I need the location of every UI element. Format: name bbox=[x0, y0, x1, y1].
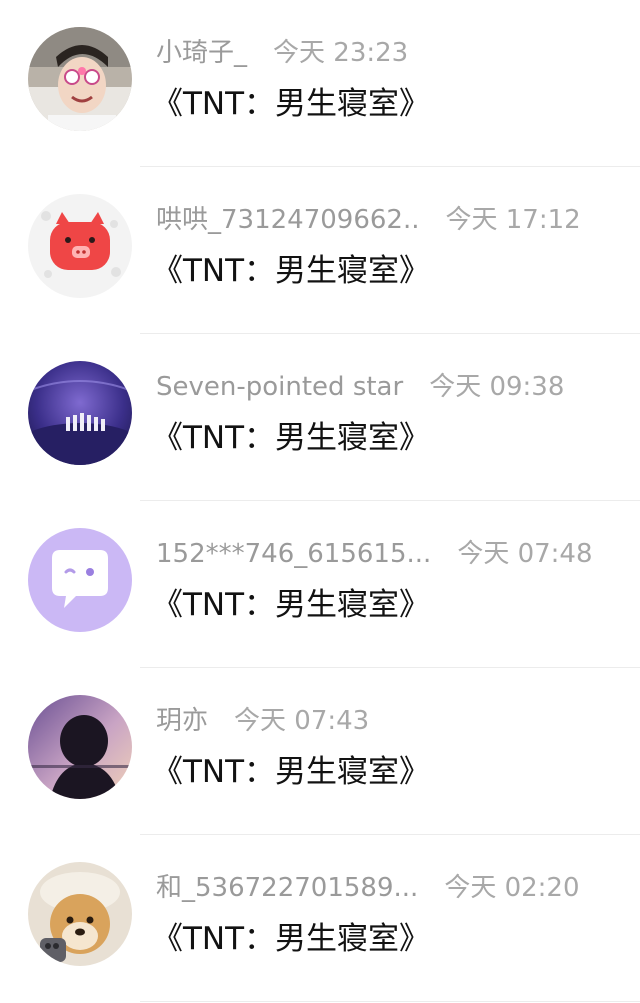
red-pig-sticker-avatar[interactable] bbox=[28, 194, 132, 298]
message-text[interactable]: 《TNT：男生寝室》 bbox=[152, 251, 430, 291]
boy-with-glasses-photo-avatar[interactable] bbox=[28, 27, 132, 131]
red-pig-sticker-icon bbox=[28, 194, 132, 298]
message-row[interactable]: 小琦子_ 今天 23:23 《TNT：男生寝室》 bbox=[0, 0, 640, 167]
message-text[interactable]: 《TNT：男生寝室》 bbox=[152, 919, 430, 959]
message-meta: 玥亦 今天 07:43 bbox=[156, 704, 369, 738]
silhouette-sunset-photo-avatar[interactable] bbox=[28, 695, 132, 799]
message-text[interactable]: 《TNT：男生寝室》 bbox=[152, 84, 430, 124]
sender-name[interactable]: 152***746_615615... bbox=[156, 539, 431, 569]
shiba-dog-photo-icon bbox=[28, 862, 132, 966]
message-meta: 小琦子_ 今天 23:23 bbox=[156, 36, 408, 70]
message-meta: 152***746_615615... 今天 07:48 bbox=[156, 537, 593, 571]
sender-name[interactable]: 和_536722701589... bbox=[156, 873, 418, 903]
purple-chat-bubble-default-avatar[interactable] bbox=[28, 528, 132, 632]
message-meta: Seven-pointed star 今天 09:38 bbox=[156, 370, 564, 404]
message-text[interactable]: 《TNT：男生寝室》 bbox=[152, 752, 430, 792]
shiba-dog-photo-avatar[interactable] bbox=[28, 862, 132, 966]
purple-chat-bubble-default-icon bbox=[28, 528, 132, 632]
message-row[interactable]: 哄哄_73124709662.. 今天 17:12 《TNT：男生寝室》 bbox=[0, 167, 640, 334]
sender-name[interactable]: 小琦子_ bbox=[156, 38, 247, 68]
boy-with-glasses-photo-icon bbox=[28, 27, 132, 131]
message-row[interactable]: 玥亦 今天 07:43 《TNT：男生寝室》 bbox=[0, 668, 640, 835]
message-time: 今天 07:48 bbox=[457, 539, 593, 569]
message-time: 今天 07:43 bbox=[234, 706, 370, 736]
message-meta: 哄哄_73124709662.. 今天 17:12 bbox=[156, 203, 581, 237]
sender-name[interactable]: 玥亦 bbox=[156, 706, 208, 736]
message-row[interactable]: Seven-pointed star 今天 09:38 《TNT：男生寝室》 bbox=[0, 334, 640, 501]
message-time: 今天 02:20 bbox=[444, 873, 580, 903]
message-meta: 和_536722701589... 今天 02:20 bbox=[156, 871, 580, 905]
message-row[interactable]: 和_536722701589... 今天 02:20 《TNT：男生寝室》 bbox=[0, 835, 640, 1002]
message-text[interactable]: 《TNT：男生寝室》 bbox=[152, 585, 430, 625]
message-text[interactable]: 《TNT：男生寝室》 bbox=[152, 418, 430, 458]
sender-name[interactable]: Seven-pointed star bbox=[156, 372, 403, 402]
row-divider bbox=[140, 1001, 640, 1002]
stage-group-photo-avatar[interactable] bbox=[28, 361, 132, 465]
message-row[interactable]: 152***746_615615... 今天 07:48 《TNT：男生寝室》 bbox=[0, 501, 640, 668]
message-time: 今天 09:38 bbox=[429, 372, 565, 402]
sender-name[interactable]: 哄哄_73124709662.. bbox=[156, 205, 420, 235]
message-time: 今天 23:23 bbox=[273, 38, 409, 68]
stage-group-photo-icon bbox=[28, 361, 132, 465]
message-time: 今天 17:12 bbox=[445, 205, 581, 235]
silhouette-sunset-photo-icon bbox=[28, 695, 132, 799]
message-list: 小琦子_ 今天 23:23 《TNT：男生寝室》 哄哄_73124709662.… bbox=[0, 0, 640, 1003]
